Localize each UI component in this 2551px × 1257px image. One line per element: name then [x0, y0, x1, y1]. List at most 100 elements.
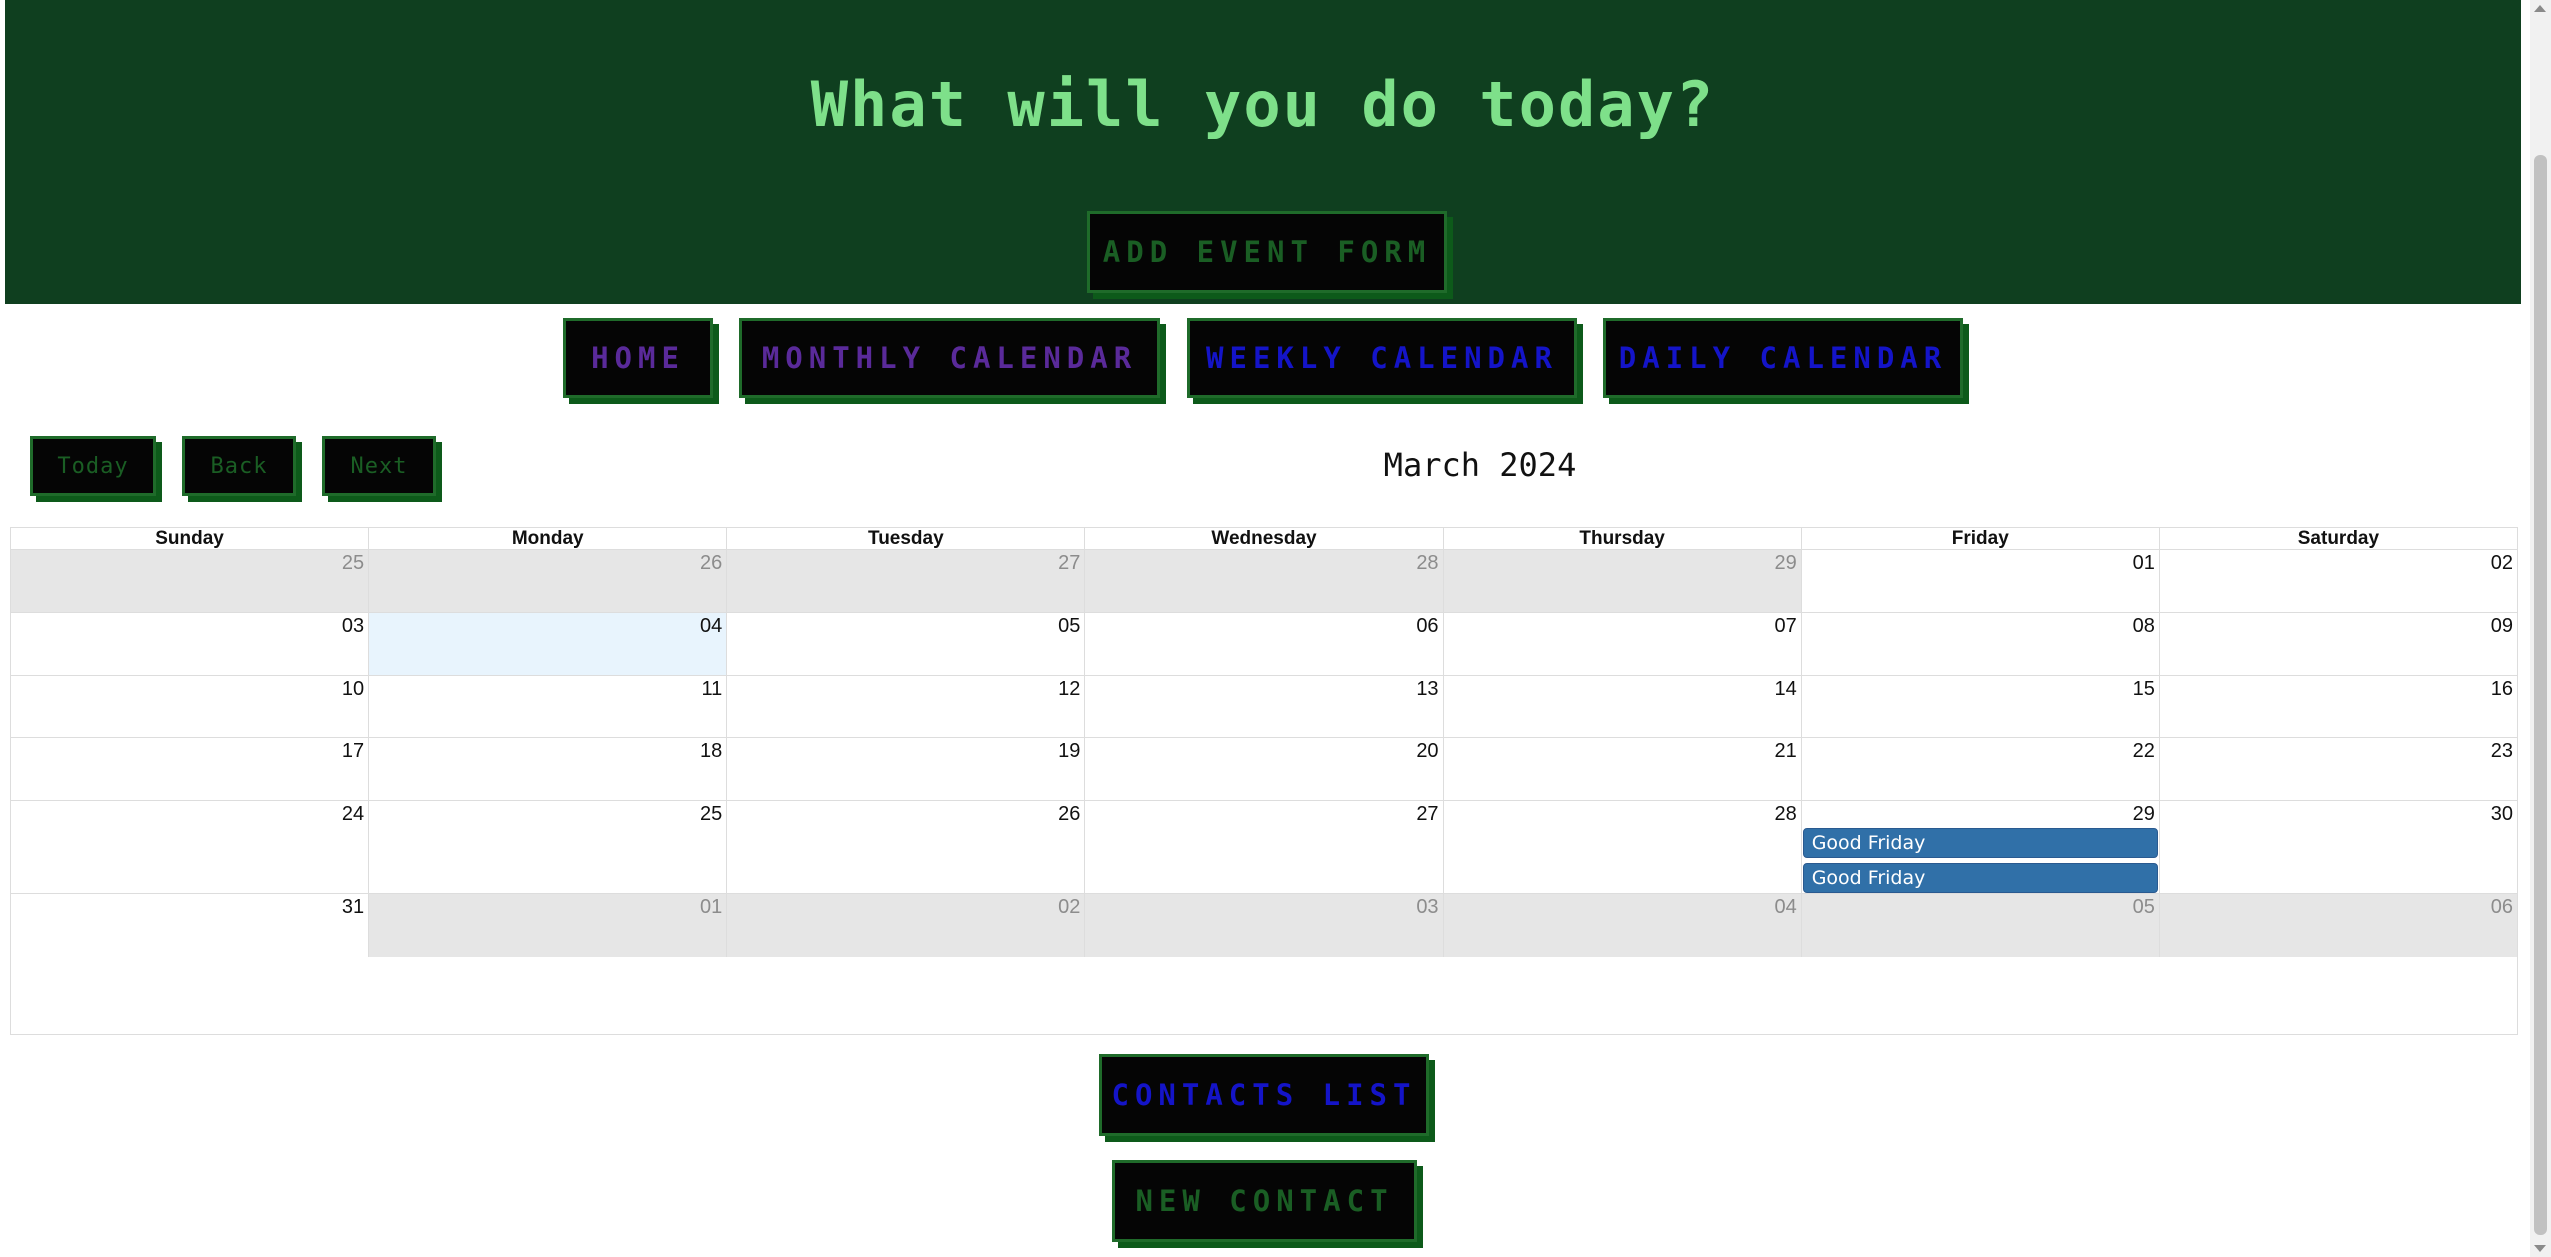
day-cell[interactable]: 05	[1800, 894, 2159, 957]
day-cell[interactable]: 17	[11, 738, 368, 800]
weekday-saturday: Saturday	[2158, 528, 2517, 549]
event-good-friday[interactable]: Good Friday	[1802, 828, 2158, 858]
scroll-down-icon[interactable]	[2534, 1245, 2546, 1252]
next-button[interactable]: Next	[322, 436, 436, 496]
day-number: 01	[700, 896, 723, 918]
day-number: 28	[1416, 552, 1439, 574]
day-cell[interactable]: 20	[1084, 738, 1442, 800]
day-number: 02	[2490, 552, 2513, 574]
day-cell[interactable]: 01	[1800, 550, 2159, 612]
day-cell[interactable]: 27	[726, 550, 1085, 612]
day-number: 20	[1416, 740, 1439, 762]
day-cell[interactable]: 06	[2158, 894, 2517, 957]
day-cell[interactable]: 27	[1084, 801, 1442, 893]
day-number: 27	[1416, 803, 1439, 825]
day-cell[interactable]: 14	[1442, 676, 1801, 737]
day-number: 06	[2490, 896, 2513, 918]
day-cell[interactable]: 03	[1084, 894, 1443, 957]
day-cell[interactable]: 19	[726, 738, 1084, 800]
day-number: 05	[1058, 615, 1081, 637]
weekday-wednesday: Wednesday	[1084, 528, 1442, 549]
day-number: 05	[2132, 896, 2155, 918]
nav-monthly-calendar-button[interactable]: MONTHLY CALENDAR	[739, 318, 1160, 398]
day-number: 26	[1058, 803, 1081, 825]
day-cell[interactable]: 31	[11, 894, 368, 957]
nav-daily-calendar-button[interactable]: DAILY CALENDAR	[1603, 318, 1963, 398]
today-button[interactable]: Today	[30, 436, 156, 496]
month-calendar: Sunday Monday Tuesday Wednesday Thursday…	[10, 527, 2518, 1035]
day-number: 31	[341, 896, 365, 918]
day-number: 13	[1416, 678, 1439, 700]
day-number: 26	[700, 552, 723, 574]
day-cell[interactable]: 18	[368, 738, 726, 800]
day-cell[interactable]: 04	[1442, 894, 1801, 957]
week-row: 10 11 12 13 14 15 16	[11, 676, 2517, 738]
scrollbar-thumb[interactable]	[2534, 155, 2547, 1235]
day-cell[interactable]: 08	[1800, 613, 2159, 675]
day-cell[interactable]: 22	[1800, 738, 2159, 800]
event-good-friday[interactable]: Good Friday	[1802, 863, 2158, 893]
day-number: 24	[341, 803, 365, 825]
weekday-monday: Monday	[368, 528, 726, 549]
week-row: 03 04 05 06 07 08 09	[11, 613, 2517, 676]
day-cell[interactable]: 01	[368, 894, 727, 957]
day-number: 30	[2490, 803, 2513, 825]
month-title: March 2024	[1383, 446, 1577, 484]
page-title: What will you do today?	[810, 68, 1716, 141]
day-number: 11	[701, 678, 723, 700]
day-cell[interactable]: 09	[2158, 613, 2517, 675]
day-cell[interactable]: 03	[11, 613, 368, 675]
day-cell[interactable]: 26	[726, 801, 1084, 893]
day-cell[interactable]: 21	[1442, 738, 1801, 800]
day-cell[interactable]: 28	[1442, 801, 1801, 893]
day-cell[interactable]: 07	[1442, 613, 1801, 675]
nav-home-button[interactable]: HOME	[563, 318, 713, 398]
day-number: 25	[700, 803, 723, 825]
day-cell[interactable]: 30	[2158, 801, 2517, 893]
weekday-thursday: Thursday	[1442, 528, 1801, 549]
day-cell[interactable]: 11	[368, 676, 726, 737]
day-cell[interactable]: 13	[1084, 676, 1442, 737]
day-cell[interactable]: 23	[2158, 738, 2517, 800]
vertical-scrollbar[interactable]	[2530, 0, 2551, 1257]
day-cell[interactable]: 29 Good Friday Good Friday	[1800, 801, 2159, 893]
day-cell[interactable]: 15	[1800, 676, 2159, 737]
day-cell[interactable]: 25	[11, 550, 369, 612]
day-cell-today[interactable]: 04	[368, 613, 727, 675]
day-number: 28	[1774, 803, 1797, 825]
day-number: 04	[1774, 896, 1797, 918]
day-number: 09	[2490, 615, 2513, 637]
day-number: 23	[2490, 740, 2513, 762]
day-cell[interactable]: 29	[1442, 550, 1801, 612]
day-number: 27	[1058, 552, 1081, 574]
contacts-list-button[interactable]: CONTACTS LIST	[1099, 1054, 1429, 1136]
day-cell[interactable]: 26	[368, 550, 727, 612]
day-number: 12	[1058, 678, 1081, 700]
weekday-tuesday: Tuesday	[726, 528, 1084, 549]
add-event-form-button[interactable]: ADD EVENT FORM	[1087, 211, 1447, 293]
day-number: 04	[700, 615, 723, 637]
day-cell[interactable]: 16	[2158, 676, 2517, 737]
day-number: 14	[1774, 678, 1797, 700]
nav-weekly-calendar-button[interactable]: WEEKLY CALENDAR	[1187, 318, 1577, 398]
day-cell[interactable]: 05	[726, 613, 1084, 675]
day-cell[interactable]: 02	[2158, 550, 2517, 612]
day-number: 25	[341, 552, 365, 574]
weekday-friday: Friday	[1800, 528, 2159, 549]
day-cell[interactable]: 12	[726, 676, 1084, 737]
weekday-header: Sunday Monday Tuesday Wednesday Thursday…	[11, 528, 2517, 550]
day-cell[interactable]: 02	[726, 894, 1085, 957]
day-cell[interactable]: 10	[11, 676, 368, 737]
day-number: 22	[2132, 740, 2155, 762]
day-cell[interactable]: 24	[11, 801, 368, 893]
day-cell[interactable]: 06	[1084, 613, 1442, 675]
day-cell[interactable]: 25	[368, 801, 726, 893]
day-number: 02	[1058, 896, 1081, 918]
new-contact-button[interactable]: NEW CONTACT	[1112, 1160, 1417, 1242]
day-number: 08	[2132, 615, 2155, 637]
day-cell[interactable]: 28	[1084, 550, 1443, 612]
week-row: 31 01 02 03 04 05 06	[11, 894, 2517, 957]
scroll-up-icon[interactable]	[2534, 5, 2546, 12]
day-number: 21	[1774, 740, 1797, 762]
back-button[interactable]: Back	[182, 436, 296, 496]
